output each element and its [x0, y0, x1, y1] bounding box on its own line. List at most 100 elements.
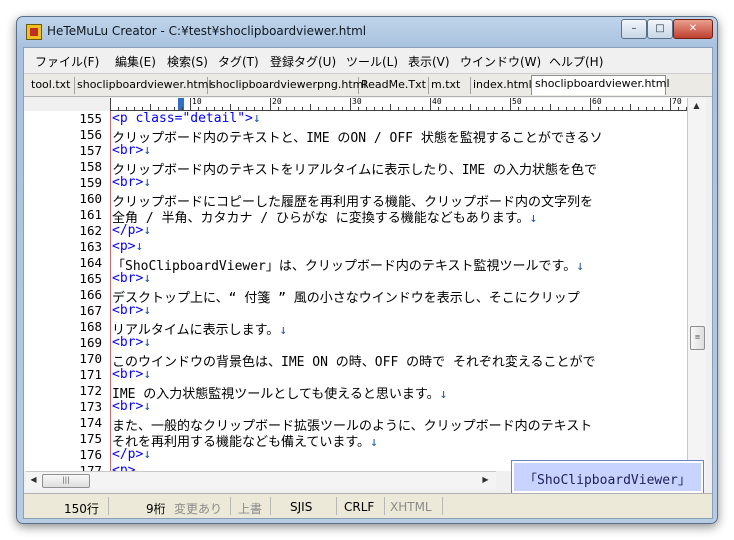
line-end-marker: ↓: [529, 211, 538, 226]
status-modified: 変更あり: [174, 502, 223, 516]
ruler-tick: [622, 107, 623, 110]
html-tag: <br>: [112, 175, 144, 190]
menu-registered-tag[interactable]: 登録タグ(U): [270, 53, 336, 70]
line-end-marker: ↓: [143, 303, 152, 318]
line-end-marker: ↓: [135, 239, 144, 254]
line-text: 全角 / 半角、カタカナ / ひらがな に変換する機能などもあります。: [112, 211, 530, 226]
line-number: 175: [79, 431, 102, 446]
line-end-marker: ↓: [143, 335, 152, 350]
tab-shoclipboardviewer-html-active[interactable]: shoclipboardviewer.html: [531, 75, 670, 95]
column-ruler: 10 20 30 40 50 60 70: [110, 98, 687, 111]
line-end-marker: ↓: [143, 175, 152, 190]
horizontal-scrollbar[interactable]: ◀ ||| ▶: [26, 471, 496, 489]
ruler-tick: [286, 107, 287, 110]
line-number: 176: [79, 447, 102, 462]
ruler-tick: [670, 98, 671, 110]
maximize-button[interactable]: □: [647, 19, 673, 39]
line-end-marker: ↓: [576, 259, 585, 274]
tab-m-txt[interactable]: m.txt: [428, 77, 471, 94]
line-number: 163: [79, 239, 102, 254]
line-number: 165: [79, 271, 102, 286]
html-tag: <br>: [112, 143, 144, 158]
menu-file[interactable]: ファイル(F): [35, 53, 99, 70]
tab-readme-txt[interactable]: ReadMe.Txt: [358, 77, 429, 94]
vertical-scroll-thumb[interactable]: ≡: [690, 326, 705, 350]
code-line: <br>↓: [112, 271, 151, 286]
menu-bar: ファイル(F) 編集(E) 検索(S) タグ(T) 登録タグ(U) ツール(L)…: [24, 48, 712, 72]
html-tag: </p>: [112, 447, 144, 462]
ruler-tick: [446, 107, 447, 110]
ruler-number: 50: [512, 98, 522, 106]
minimize-button[interactable]: –: [621, 19, 647, 39]
html-tag: <p class="detail">: [112, 111, 253, 126]
html-tag: <br>: [112, 271, 144, 286]
ruler-tick: [126, 107, 127, 110]
arrow-left-icon[interactable]: ◀: [26, 472, 41, 488]
line-end-marker: ↓: [439, 387, 448, 402]
line-number: 173: [79, 399, 102, 414]
ruler-tick: [254, 107, 255, 110]
ruler-tick: [334, 107, 335, 110]
tab-shoclipboardviewer-html[interactable]: shoclipboardviewer.html: [74, 77, 212, 94]
status-line: 150行: [64, 502, 99, 516]
arrow-up-icon[interactable]: ▲: [689, 98, 704, 114]
code-line: それを再利用する機能なども備えています。↓: [112, 431, 378, 450]
ruler-tick: [118, 107, 119, 110]
code-line: <br>↓: [112, 335, 151, 350]
ruler-tick: [278, 107, 279, 110]
ruler-tick: [398, 107, 399, 110]
tab-shoclipboardviewerpng-html[interactable]: shoclipboardviewerpng.html: [207, 77, 366, 94]
clipboard-viewer-popup[interactable]: 「ShoClipboardViewer」: [511, 460, 704, 494]
line-number: 160: [79, 191, 102, 206]
menu-tag[interactable]: タグ(T): [218, 53, 259, 70]
status-newline: CRLF: [344, 500, 375, 514]
menu-help[interactable]: ヘルプ(H): [549, 53, 603, 70]
arrow-right-icon[interactable]: ▶: [478, 472, 493, 488]
ruler-tick: [646, 107, 647, 110]
ruler-tick: [230, 104, 231, 110]
line-end-marker: ↓: [143, 143, 152, 158]
vertical-scrollbar[interactable]: ▲ ≡ ▼: [687, 98, 706, 488]
menu-edit[interactable]: 編集(E): [115, 53, 156, 70]
status-divider: [336, 497, 337, 515]
status-mode: XHTML: [390, 500, 432, 514]
code-line: IME の入力状態監視ツールとしても使えると思います。↓: [112, 383, 447, 402]
ruler-tick: [414, 107, 415, 110]
line-number: 155: [79, 111, 102, 126]
code-line: <br>↓: [112, 367, 151, 382]
tab-index-html[interactable]: index.html: [470, 77, 532, 94]
line-end-marker: ↓: [370, 435, 378, 450]
ruler-tick: [542, 107, 543, 110]
ruler-tick: [166, 107, 167, 110]
ruler-tick: [238, 107, 239, 110]
editor-area[interactable]: <p class="detail">↓ クリップボード内のテキストと、IME のO…: [111, 111, 687, 471]
ruler-tick: [566, 107, 567, 110]
ruler-tick: [510, 98, 511, 110]
ruler-tick: [430, 98, 431, 110]
menu-search[interactable]: 検索(S): [167, 53, 208, 70]
ruler-tick: [110, 98, 111, 110]
menu-window[interactable]: ウインドウ(W): [460, 53, 541, 70]
ruler-tick: [574, 107, 575, 110]
ruler-tick: [342, 107, 343, 110]
title-bar[interactable]: HeTeMuLu Creator - C:¥test¥shoclipboardv…: [17, 17, 717, 47]
code-line: <br>↓: [112, 303, 151, 318]
ruler-tick: [590, 98, 591, 110]
menu-tool[interactable]: ツール(L): [346, 53, 398, 70]
line-end-marker: ↓: [143, 367, 152, 382]
ruler-tick: [630, 104, 631, 110]
line-end-marker: ↓: [143, 447, 152, 462]
horizontal-scroll-thumb[interactable]: |||: [42, 474, 90, 488]
line-number-gutter: 155 156 157 158 159 160 161 162 163 164 165 166 167 1…: [24, 111, 111, 478]
code-line: デスクトップ上に、“ 付箋 ” 風の小さなウインドウを表示し、そこにクリップ: [112, 287, 580, 306]
ruler-tick: [206, 107, 207, 110]
ruler-tick: [678, 107, 679, 110]
code-line: クリップボード内のテキストをリアルタイムに表示したり、IME の入力状態を色で: [112, 159, 597, 178]
close-button[interactable]: ✕: [673, 19, 713, 39]
code-line: <p class="detail">↓: [112, 111, 261, 126]
tab-tool-txt[interactable]: tool.txt: [28, 77, 75, 94]
ruler-tick: [582, 107, 583, 110]
html-tag: <p>: [112, 463, 136, 471]
line-end-marker: ↓: [143, 223, 152, 238]
menu-view[interactable]: 表示(V): [408, 53, 450, 70]
